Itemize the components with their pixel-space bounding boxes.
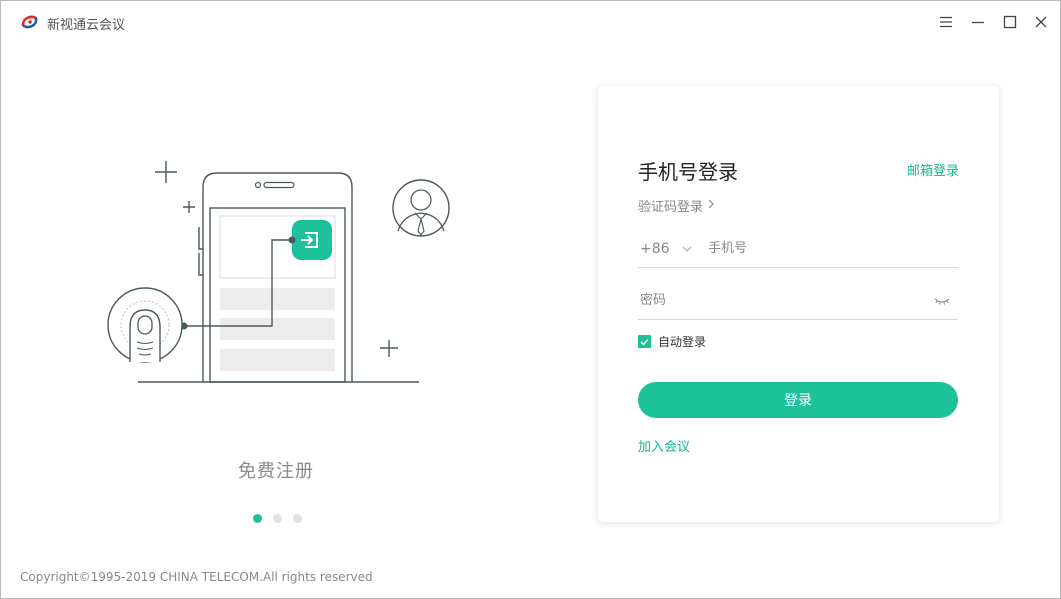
country-code[interactable]: +86 bbox=[638, 241, 678, 257]
email-login-link[interactable]: 邮箱登录 bbox=[907, 160, 959, 179]
phone-field: +86 bbox=[638, 230, 958, 268]
password-field bbox=[638, 282, 958, 320]
carousel-caption[interactable]: 免费注册 bbox=[238, 457, 314, 483]
login-button[interactable]: 登录 bbox=[638, 382, 958, 418]
phone-input[interactable] bbox=[708, 233, 958, 264]
minimize-button[interactable] bbox=[967, 11, 989, 33]
app-title: 新视通云会议 bbox=[47, 18, 126, 33]
copyright-text: Copyright©1995-2019 CHINA TELECOM.All ri… bbox=[20, 570, 373, 584]
title-bar[interactable]: 新视通云会议 bbox=[1, 1, 1060, 43]
join-meeting-link[interactable]: 加入会议 bbox=[638, 436, 690, 455]
carousel-dots bbox=[253, 514, 302, 523]
app-window: 新视通云会议 免费注册 Copyright©1995-2019 CHINA TE… bbox=[0, 0, 1061, 599]
password-input[interactable] bbox=[638, 285, 932, 316]
carousel-dot-3[interactable] bbox=[293, 514, 302, 523]
eye-closed-icon[interactable] bbox=[932, 294, 952, 308]
carousel-illustration bbox=[101, 151, 461, 391]
china-telecom-logo-icon bbox=[20, 13, 40, 31]
maximize-icon bbox=[1003, 15, 1017, 29]
minimize-icon bbox=[971, 16, 985, 28]
phone-illustration-icon bbox=[219, 181, 336, 371]
auto-login-label: 自动登录 bbox=[658, 335, 707, 349]
code-login-label: 验证码登录 bbox=[638, 200, 704, 215]
close-icon bbox=[1034, 15, 1048, 29]
login-arrow-icon bbox=[292, 220, 332, 260]
carousel-dot-2[interactable] bbox=[273, 514, 282, 523]
maximize-button[interactable] bbox=[999, 11, 1021, 33]
checkbox-checked-icon[interactable] bbox=[638, 335, 651, 348]
chevron-right-icon bbox=[707, 198, 715, 214]
code-login-link[interactable]: 验证码登录 bbox=[638, 196, 715, 215]
user-avatar-icon bbox=[392, 179, 450, 237]
login-title: 手机号登录 bbox=[638, 160, 738, 184]
auto-login-checkbox[interactable]: 自动登录 bbox=[638, 333, 706, 350]
carousel-dot-1[interactable] bbox=[253, 514, 262, 523]
menu-button[interactable] bbox=[935, 11, 957, 33]
login-card: 手机号登录 邮箱登录 验证码登录 +86 自动登录 bbox=[598, 86, 999, 522]
fingerprint-icon bbox=[107, 287, 183, 363]
chevron-down-icon[interactable] bbox=[678, 242, 696, 256]
close-button[interactable] bbox=[1030, 11, 1052, 33]
hamburger-menu-icon bbox=[939, 16, 953, 28]
